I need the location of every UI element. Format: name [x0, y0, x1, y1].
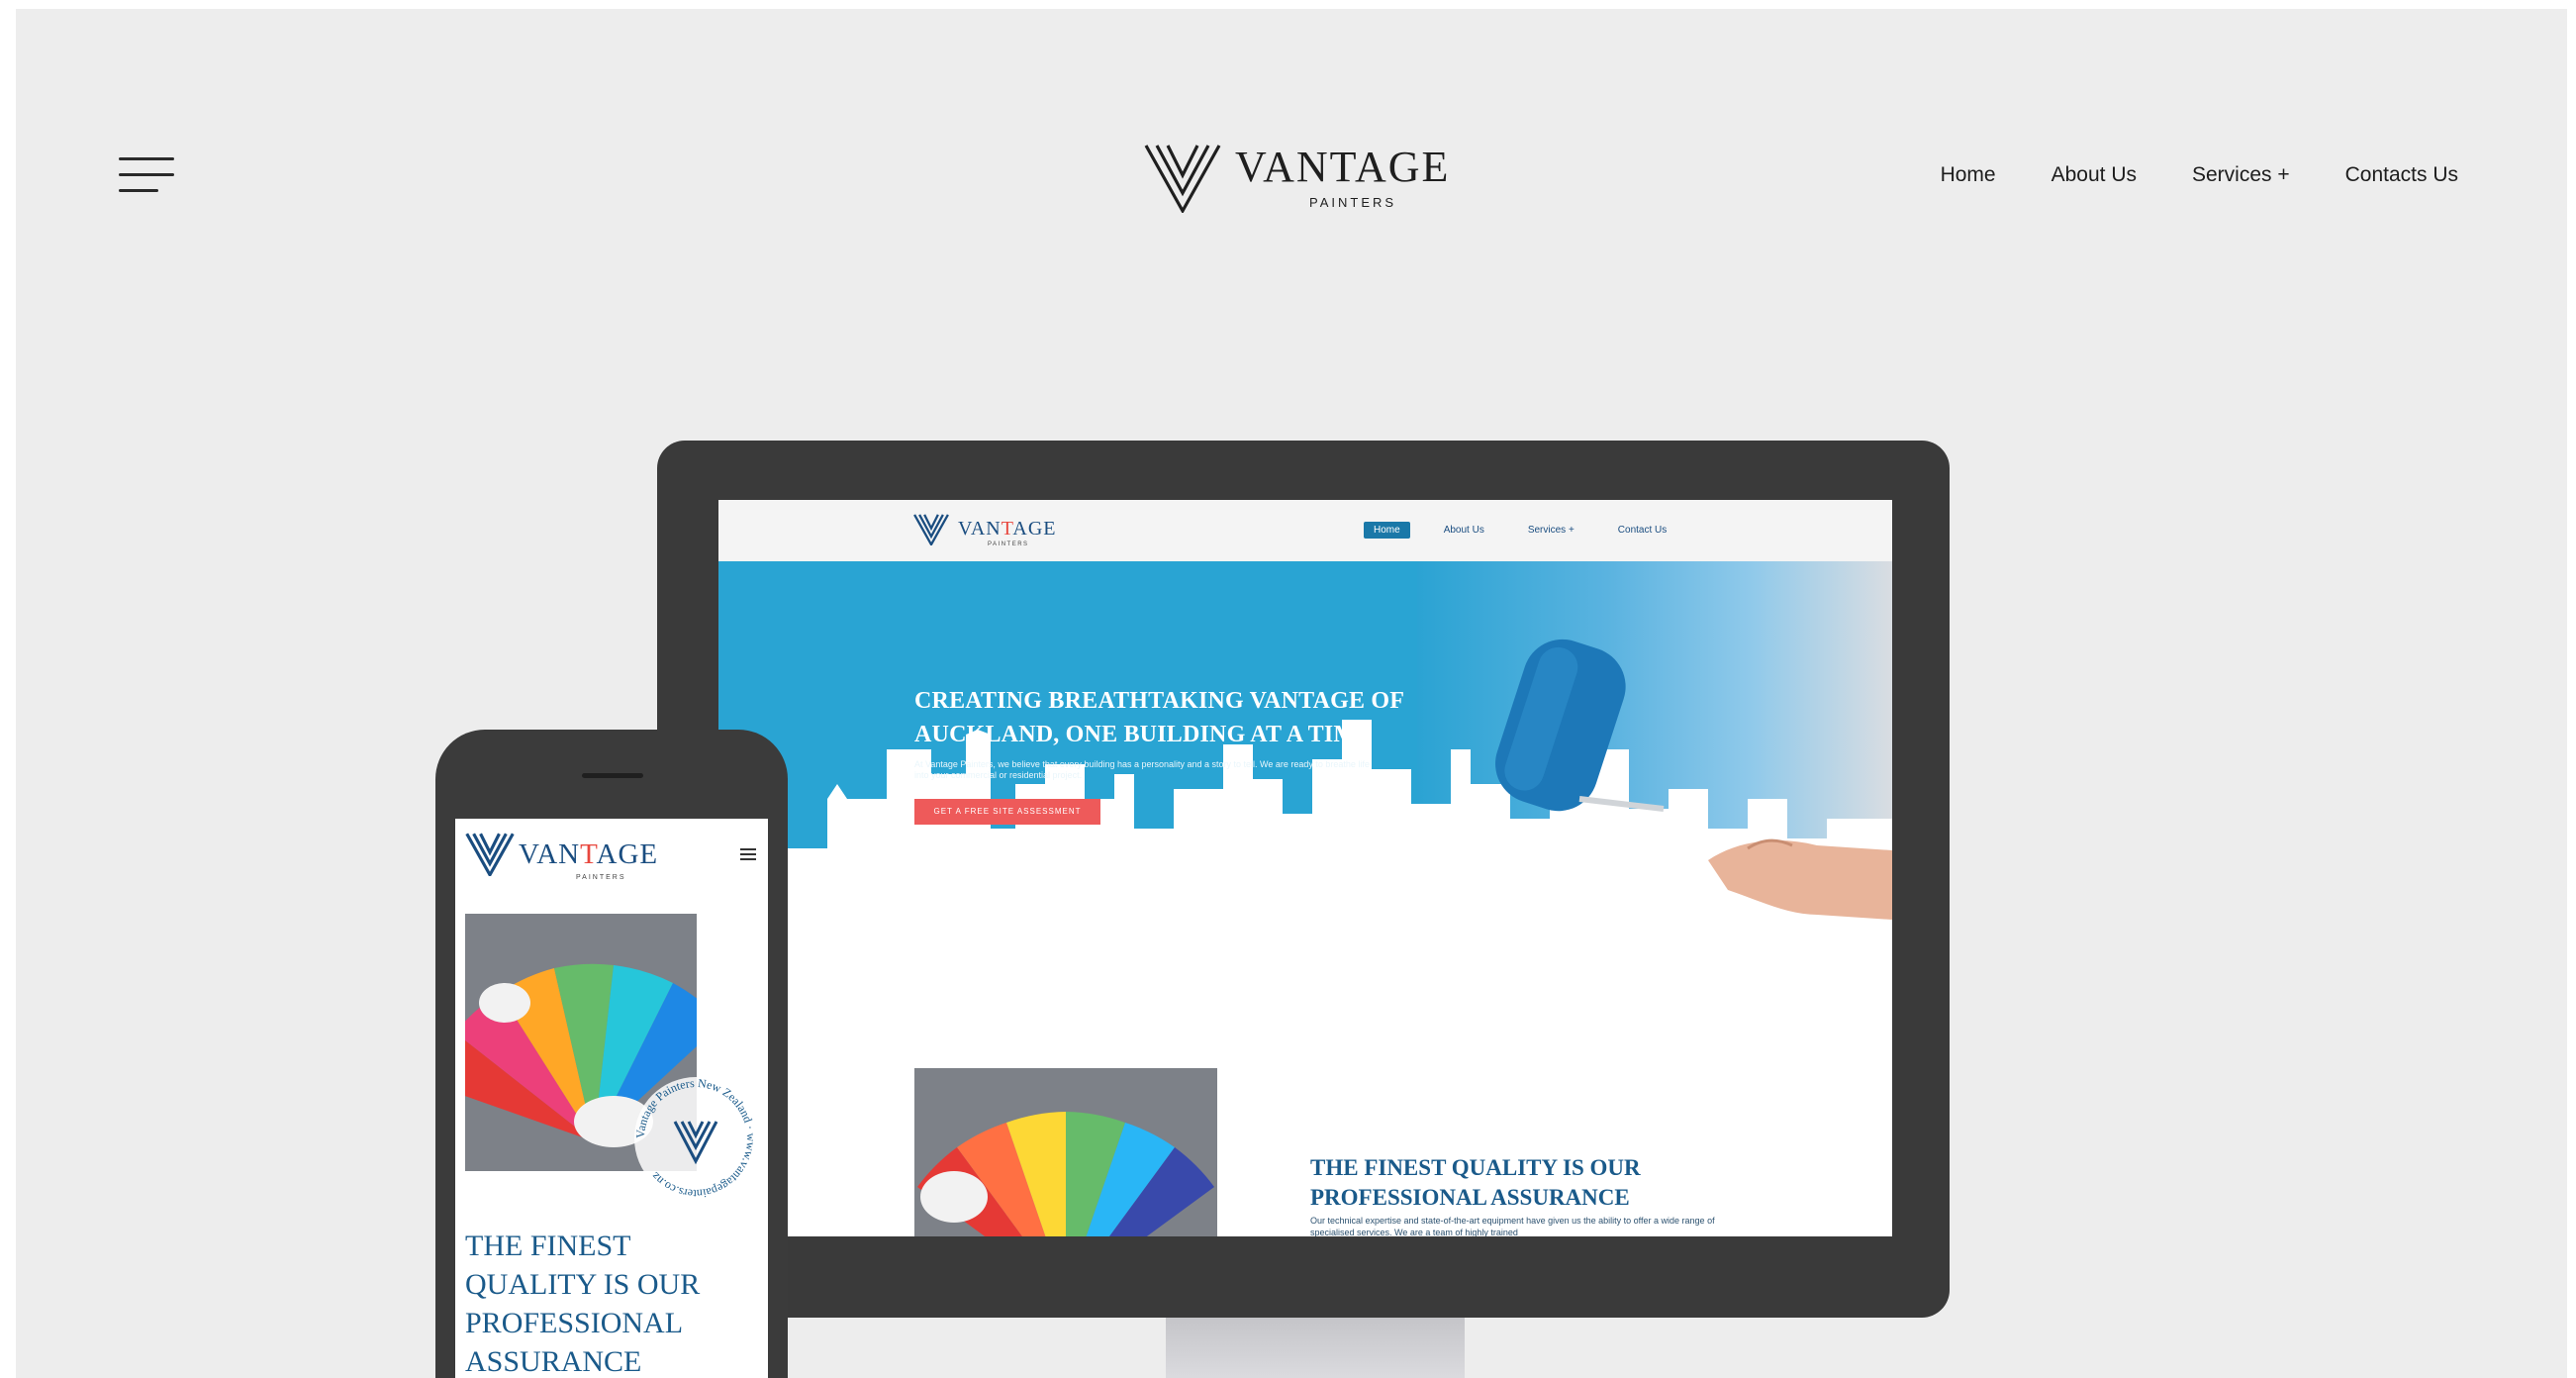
screen-nav: Home About Us Services + Contact Us — [1364, 522, 1676, 539]
mobile-brand: VANTAGE — [519, 838, 659, 870]
screen-header: VANTAGE PAINTERS Home About Us Services … — [718, 500, 1892, 561]
mobile-screen: VANTAGE PAINTERS Vantage Painters New Ze… — [455, 819, 768, 1378]
hero-banner: CREATING BREATHTAKING VANTAGE OF AUCKLAN… — [718, 561, 1892, 997]
screen-nav-home[interactable]: Home — [1364, 522, 1410, 539]
color-swatch-image — [914, 1068, 1217, 1236]
phone-speaker — [582, 773, 643, 778]
hero-title: CREATING BREATHTAKING VANTAGE OF AUCKLAN… — [914, 688, 1404, 747]
mobile-brand-sub: PAINTERS — [576, 874, 626, 881]
mobile-logo[interactable]: VANTAGE PAINTERS — [465, 833, 657, 881]
screen-nav-about[interactable]: About Us — [1434, 522, 1494, 539]
vantage-v-logo-icon — [913, 514, 949, 547]
screen-logo[interactable]: VANTAGE PAINTERS — [912, 514, 1055, 550]
site-logo[interactable]: VANTAGE PAINTERS — [1144, 136, 1461, 215]
quality-section-text: Our technical expertise and state-of-the… — [1310, 1216, 1715, 1236]
phone-menu-icon[interactable] — [740, 848, 756, 860]
hero-description: At Vantage Painters, we believe that eve… — [914, 759, 1370, 780]
main-nav: Home About Us Services + Contacts Us — [1941, 163, 2458, 187]
paint-roller-image — [1495, 639, 1665, 812]
vantage-v-logo-icon — [1144, 145, 1221, 213]
desktop-screen: VANTAGE PAINTERS Home About Us Services … — [718, 500, 1892, 1236]
quality-section-title: THE FINEST QUALITY IS OUR PROFESSIONAL A… — [1310, 1155, 1641, 1210]
nav-services[interactable]: Services + — [2192, 163, 2290, 187]
screen-nav-contact[interactable]: Contact Us — [1608, 522, 1676, 539]
monitor-stand — [1166, 1314, 1465, 1378]
mobile-phone-mockup: VANTAGE PAINTERS Vantage Painters New Ze… — [435, 730, 788, 1378]
brand-subtitle: PAINTERS — [1309, 195, 1397, 210]
mobile-section-title: THE FINEST QUALITY IS OUR PROFESSIONAL A… — [465, 1230, 701, 1378]
nav-about-us[interactable]: About Us — [2051, 163, 2137, 187]
nav-home[interactable]: Home — [1941, 163, 1996, 187]
hand-image — [1708, 838, 1892, 920]
screen-nav-services[interactable]: Services + — [1518, 522, 1584, 539]
brand-wordmark: VANTAGE — [1235, 143, 1451, 191]
hamburger-menu-icon[interactable] — [119, 157, 174, 197]
free-site-assessment-button[interactable]: GET A FREE SITE ASSESSMENT — [914, 799, 1100, 825]
screen-brand-sub: PAINTERS — [988, 541, 1029, 547]
seal-badge-icon: Vantage Painters New Zealand · www.vanta… — [633, 1076, 758, 1201]
presentation-canvas: VANTAGE PAINTERS Home About Us Services … — [16, 9, 2567, 1378]
nav-contacts-us[interactable]: Contacts Us — [2345, 163, 2458, 187]
screen-brand: VANTAGE — [958, 518, 1057, 540]
vantage-v-logo-icon — [465, 833, 515, 878]
desktop-monitor-mockup: VANTAGE PAINTERS Home About Us Services … — [657, 441, 1950, 1318]
